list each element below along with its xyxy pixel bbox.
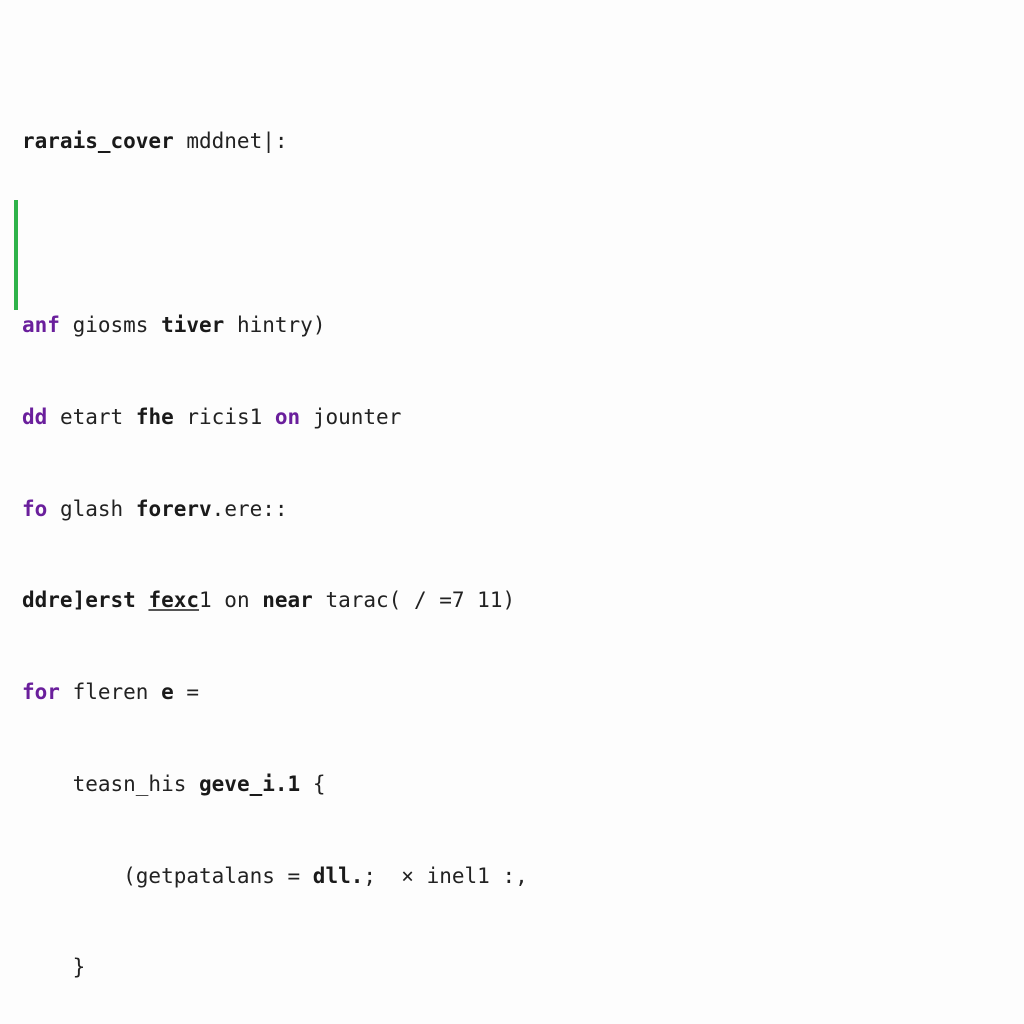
code-line: ddre]erst fexc1 on near tarac( / =7 11) xyxy=(22,585,1024,616)
blank-line xyxy=(22,218,1024,249)
change-indicator-bar xyxy=(14,200,18,310)
code-line: rarais_cover mddnet|: xyxy=(22,126,1024,157)
code-line: anf giosms tiver hintry) xyxy=(22,310,1024,341)
code-line: for fleren e = xyxy=(22,677,1024,708)
code-line: dd etart fhe ricis1 on jounter xyxy=(22,402,1024,433)
code-line: } xyxy=(22,952,1024,983)
code-line: teasn_his geve_i.1 { xyxy=(22,769,1024,800)
code-line: (getpatalans = dll.; × inel1 :, xyxy=(22,861,1024,892)
code-editor[interactable]: rarais_cover mddnet|: anf giosms tiver h… xyxy=(0,0,1024,1024)
code-line: fo glash forerv.ere:: xyxy=(22,494,1024,525)
